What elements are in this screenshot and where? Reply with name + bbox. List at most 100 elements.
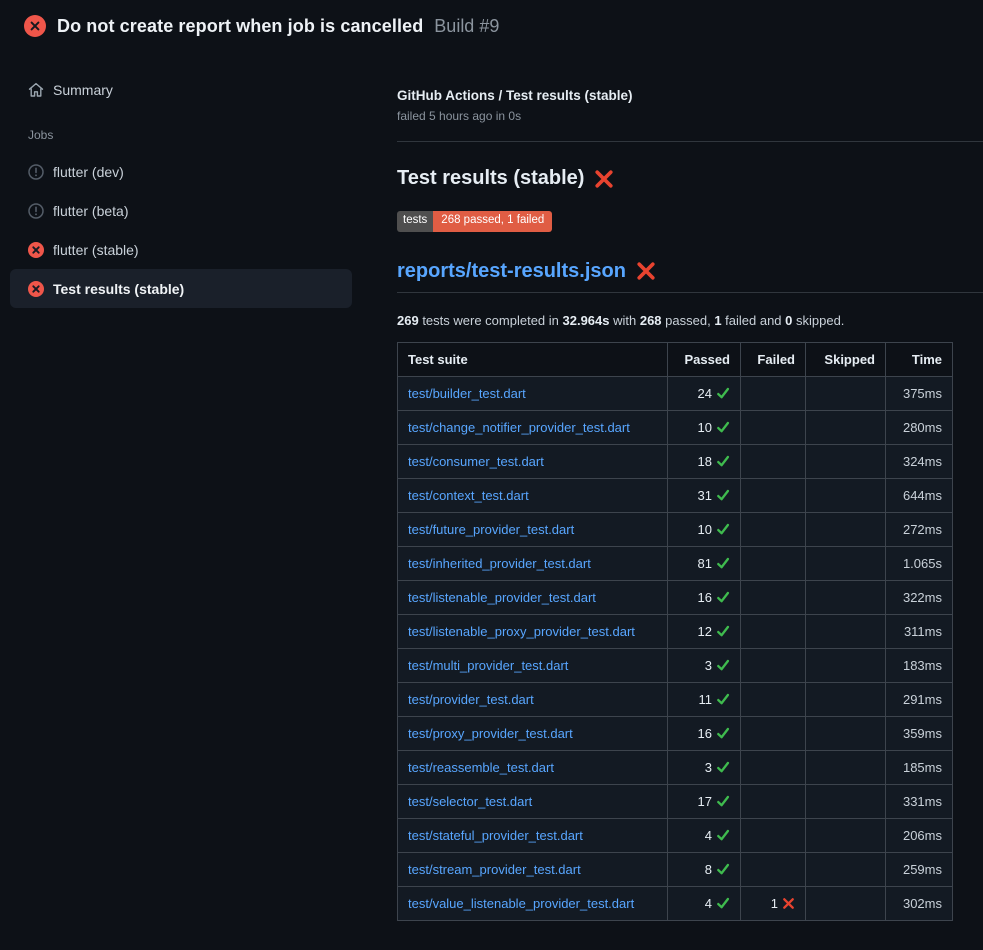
failed-x-icon (636, 261, 656, 281)
test-suite-link[interactable]: test/builder_test.dart (408, 386, 526, 401)
test-suite-link[interactable]: test/provider_test.dart (408, 692, 534, 707)
skipped-cell (806, 546, 886, 580)
main-content: GitHub Actions / Test results (stable) f… (397, 88, 983, 921)
test-suite-cell: test/proxy_provider_test.dart (398, 716, 668, 750)
check-icon (716, 556, 730, 570)
failed-cell (741, 410, 806, 444)
check-icon (716, 658, 730, 672)
column-header-test-suite: Test suite (398, 342, 668, 376)
time-cell: 183ms (886, 648, 953, 682)
test-suite-link[interactable]: test/stateful_provider_test.dart (408, 828, 583, 843)
test-suite-cell: test/provider_test.dart (398, 682, 668, 716)
sidebar: Summary Jobs flutter (dev) flutter (beta)… (10, 74, 352, 308)
check-icon (716, 896, 730, 910)
skipped-cell (806, 580, 886, 614)
failed-cell (741, 852, 806, 886)
time-cell: 272ms (886, 512, 953, 546)
column-header-time: Time (886, 342, 953, 376)
sidebar-item-job-1[interactable]: flutter (beta) (10, 191, 352, 230)
time-cell: 375ms (886, 376, 953, 410)
test-suite-cell: test/reassemble_test.dart (398, 750, 668, 784)
table-row: test/proxy_provider_test.dart16359ms (398, 716, 953, 750)
test-suite-cell: test/builder_test.dart (398, 376, 668, 410)
skipped-cell (806, 818, 886, 852)
passed-cell: 24 (668, 376, 741, 410)
check-icon (716, 522, 730, 536)
test-suite-link[interactable]: test/context_test.dart (408, 488, 529, 503)
skipped-cell (806, 410, 886, 444)
test-suite-link[interactable]: test/listenable_proxy_provider_test.dart (408, 624, 635, 639)
passed-cell: 31 (668, 478, 741, 512)
skipped-cell (806, 716, 886, 750)
test-suite-cell: test/change_notifier_provider_test.dart (398, 410, 668, 444)
time-cell: 280ms (886, 410, 953, 444)
column-header-failed: Failed (741, 342, 806, 376)
passed-cell: 17 (668, 784, 741, 818)
table-row: test/multi_provider_test.dart3183ms (398, 648, 953, 682)
test-suite-link[interactable]: test/reassemble_test.dart (408, 760, 554, 775)
time-cell: 311ms (886, 614, 953, 648)
test-suite-link[interactable]: test/change_notifier_provider_test.dart (408, 420, 630, 435)
test-suite-cell: test/context_test.dart (398, 478, 668, 512)
passed-cell: 12 (668, 614, 741, 648)
skipped-cell (806, 784, 886, 818)
check-icon (716, 590, 730, 604)
test-suite-cell: test/future_provider_test.dart (398, 512, 668, 546)
test-suite-link[interactable]: test/selector_test.dart (408, 794, 532, 809)
time-cell: 206ms (886, 818, 953, 852)
page-title: Do not create report when job is cancell… (57, 16, 423, 37)
test-suite-link[interactable]: test/consumer_test.dart (408, 454, 544, 469)
failed-cell (741, 512, 806, 546)
test-suite-link[interactable]: test/value_listenable_provider_test.dart (408, 896, 634, 911)
failed-cell (741, 682, 806, 716)
check-icon (716, 386, 730, 400)
test-suite-link[interactable]: test/listenable_provider_test.dart (408, 590, 596, 605)
sidebar-summary-label: Summary (53, 82, 113, 98)
skipped-cell (806, 614, 886, 648)
badge-label: tests (397, 211, 433, 232)
skipped-cell (806, 512, 886, 546)
test-suite-link[interactable]: test/future_provider_test.dart (408, 522, 574, 537)
badge-value: 268 passed, 1 failed (433, 211, 552, 232)
table-row: test/selector_test.dart17331ms (398, 784, 953, 818)
test-suite-link[interactable]: test/inherited_provider_test.dart (408, 556, 591, 571)
report-file-link[interactable]: reports/test-results.json (397, 260, 626, 283)
column-header-passed: Passed (668, 342, 741, 376)
time-cell: 324ms (886, 444, 953, 478)
time-cell: 185ms (886, 750, 953, 784)
jobs-list: flutter (dev) flutter (beta) flutter (stab… (10, 152, 352, 308)
build-header: Do not create report when job is cancell… (24, 15, 499, 37)
sidebar-item-job-3[interactable]: Test results (stable) (10, 269, 352, 308)
test-suite-link[interactable]: test/proxy_provider_test.dart (408, 726, 573, 741)
alert-circle-icon (28, 203, 44, 219)
failed-x-icon (594, 169, 614, 189)
test-suite-link[interactable]: test/stream_provider_test.dart (408, 862, 581, 877)
check-icon (716, 828, 730, 842)
table-row: test/stateful_provider_test.dart 4 206ms (398, 818, 953, 852)
time-cell: 322ms (886, 580, 953, 614)
jobs-section-label: Jobs (28, 128, 352, 142)
sidebar-item-summary[interactable]: Summary (10, 74, 352, 106)
sidebar-item-job-2[interactable]: flutter (stable) (10, 230, 352, 269)
x-circle-icon (28, 242, 44, 258)
time-cell: 291ms (886, 682, 953, 716)
table-row: test/provider_test.dart11291ms (398, 682, 953, 716)
passed-cell: 10 (668, 410, 741, 444)
test-suite-cell: test/stream_provider_test.dart (398, 852, 668, 886)
table-row: test/change_notifier_provider_test.dart 1… (398, 410, 953, 444)
test-suite-link[interactable]: test/multi_provider_test.dart (408, 658, 568, 673)
table-row: test/inherited_provider_test.dart811.065… (398, 546, 953, 580)
skipped-cell (806, 682, 886, 716)
alert-circle-icon (28, 164, 44, 180)
check-icon (716, 488, 730, 502)
sidebar-item-label: flutter (beta) (53, 203, 128, 219)
passed-cell: 4 (668, 818, 741, 852)
check-icon (716, 624, 730, 638)
time-cell: 644ms (886, 478, 953, 512)
table-row: test/context_test.dart 31 644ms (398, 478, 953, 512)
x-icon (782, 897, 795, 910)
failed-cell (741, 478, 806, 512)
table-row: test/stream_provider_test.dart8259ms (398, 852, 953, 886)
sidebar-item-job-0[interactable]: flutter (dev) (10, 152, 352, 191)
time-cell: 302ms (886, 886, 953, 920)
